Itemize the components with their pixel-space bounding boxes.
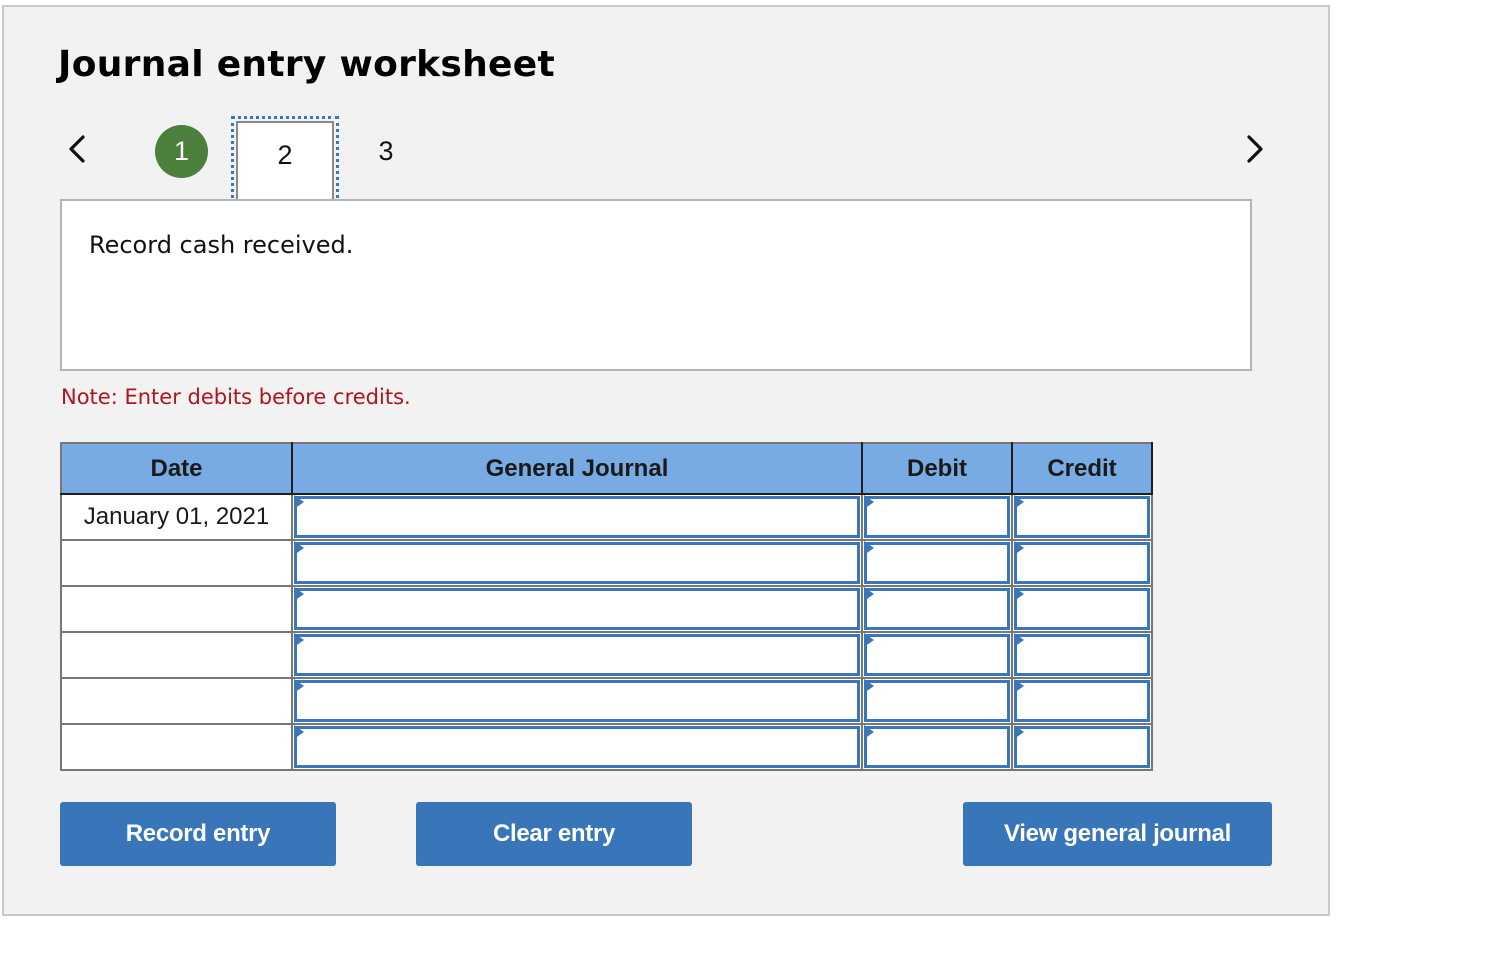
dropdown-flag-icon — [294, 633, 304, 647]
credit-cell — [1011, 631, 1153, 679]
date-cell — [60, 585, 293, 633]
header-general-journal: General Journal — [291, 442, 863, 495]
account-field[interactable] — [294, 680, 860, 722]
dropdown-flag-icon — [864, 633, 874, 647]
account-cell — [291, 631, 863, 679]
table-row — [60, 677, 1153, 725]
next-step-button[interactable] — [1240, 131, 1270, 167]
header-credit: Credit — [1011, 442, 1153, 495]
credit-field[interactable] — [1014, 542, 1150, 584]
page-title: Journal entry worksheet — [58, 44, 555, 85]
dropdown-flag-icon — [1014, 541, 1024, 555]
journal-table: Date General Journal Debit Credit Januar… — [60, 442, 1153, 771]
step-1-completed[interactable]: 1 — [155, 125, 208, 178]
step-1-label: 1 — [173, 136, 190, 166]
account-cell — [291, 723, 863, 771]
date-cell — [60, 723, 293, 771]
table-header-row: Date General Journal Debit Credit — [60, 442, 1153, 495]
chevron-left-icon — [69, 135, 85, 163]
debit-cell — [861, 631, 1013, 679]
step-3-label: 3 — [378, 135, 394, 166]
dropdown-flag-icon — [294, 725, 304, 739]
instruction-text: Record cash received. — [89, 231, 354, 259]
credit-field[interactable] — [1014, 726, 1150, 768]
credit-cell — [1011, 585, 1153, 633]
dropdown-flag-icon — [294, 587, 304, 601]
step-2-label: 2 — [277, 139, 293, 170]
date-cell — [60, 539, 293, 587]
clear-entry-button[interactable]: Clear entry — [416, 802, 692, 866]
dropdown-flag-icon — [864, 541, 874, 555]
credit-cell — [1011, 539, 1153, 587]
debit-cell — [861, 723, 1013, 771]
account-field[interactable] — [294, 588, 860, 630]
header-date: Date — [60, 442, 293, 495]
account-field[interactable] — [294, 496, 860, 538]
credit-cell — [1011, 677, 1153, 725]
debit-field[interactable] — [864, 542, 1010, 584]
dropdown-flag-icon — [1014, 679, 1024, 693]
date-cell — [60, 677, 293, 725]
debit-cell — [861, 585, 1013, 633]
step-2-tab: 2 — [236, 121, 334, 203]
instruction-box: Record cash received. — [60, 199, 1252, 371]
account-field[interactable] — [294, 542, 860, 584]
account-cell — [291, 493, 863, 541]
step-3[interactable]: 3 — [360, 125, 412, 177]
account-cell — [291, 677, 863, 725]
dropdown-flag-icon — [1014, 495, 1024, 509]
credit-cell — [1011, 493, 1153, 541]
account-cell — [291, 585, 863, 633]
credit-field[interactable] — [1014, 496, 1150, 538]
debit-field[interactable] — [864, 726, 1010, 768]
view-general-journal-button[interactable]: View general journal — [963, 802, 1272, 866]
previous-step-button[interactable] — [62, 131, 92, 167]
debit-cell — [861, 539, 1013, 587]
table-row — [60, 631, 1153, 679]
dropdown-flag-icon — [1014, 633, 1024, 647]
note-text: Note: Enter debits before credits. — [61, 385, 411, 409]
table-row: January 01, 2021 — [60, 493, 1153, 541]
table-row — [60, 723, 1153, 771]
account-field[interactable] — [294, 726, 860, 768]
dropdown-flag-icon — [864, 587, 874, 601]
debit-field[interactable] — [864, 496, 1010, 538]
debit-field[interactable] — [864, 588, 1010, 630]
debit-cell — [861, 677, 1013, 725]
debit-cell — [861, 493, 1013, 541]
table-row — [60, 585, 1153, 633]
credit-field[interactable] — [1014, 634, 1150, 676]
dropdown-flag-icon — [1014, 725, 1024, 739]
dropdown-flag-icon — [864, 495, 874, 509]
dropdown-flag-icon — [294, 541, 304, 555]
record-entry-button[interactable]: Record entry — [60, 802, 336, 866]
step-2-current[interactable]: 2 — [231, 116, 339, 204]
credit-cell — [1011, 723, 1153, 771]
date-cell: January 01, 2021 — [60, 493, 293, 541]
dropdown-flag-icon — [294, 679, 304, 693]
table-row — [60, 539, 1153, 587]
account-field[interactable] — [294, 634, 860, 676]
dropdown-flag-icon — [864, 679, 874, 693]
dropdown-flag-icon — [864, 725, 874, 739]
account-cell — [291, 539, 863, 587]
debit-field[interactable] — [864, 634, 1010, 676]
credit-field[interactable] — [1014, 680, 1150, 722]
header-debit: Debit — [861, 442, 1013, 495]
date-cell — [60, 631, 293, 679]
chevron-right-icon — [1247, 135, 1263, 163]
dropdown-flag-icon — [1014, 587, 1024, 601]
dropdown-flag-icon — [294, 495, 304, 509]
debit-field[interactable] — [864, 680, 1010, 722]
credit-field[interactable] — [1014, 588, 1150, 630]
